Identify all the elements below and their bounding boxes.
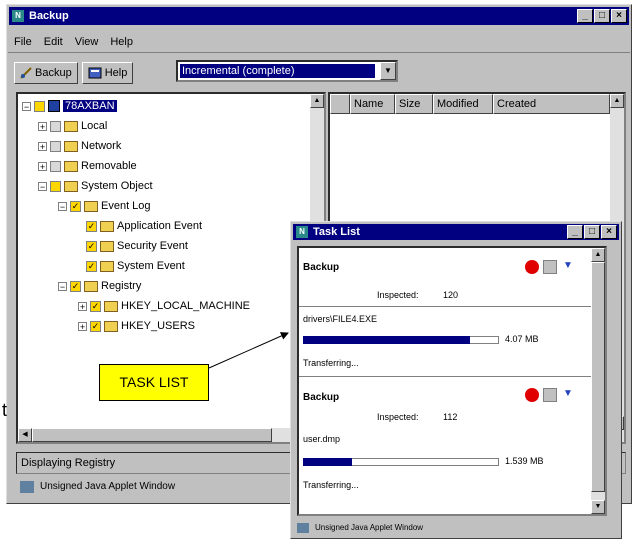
callout-arrow [208,332,289,369]
